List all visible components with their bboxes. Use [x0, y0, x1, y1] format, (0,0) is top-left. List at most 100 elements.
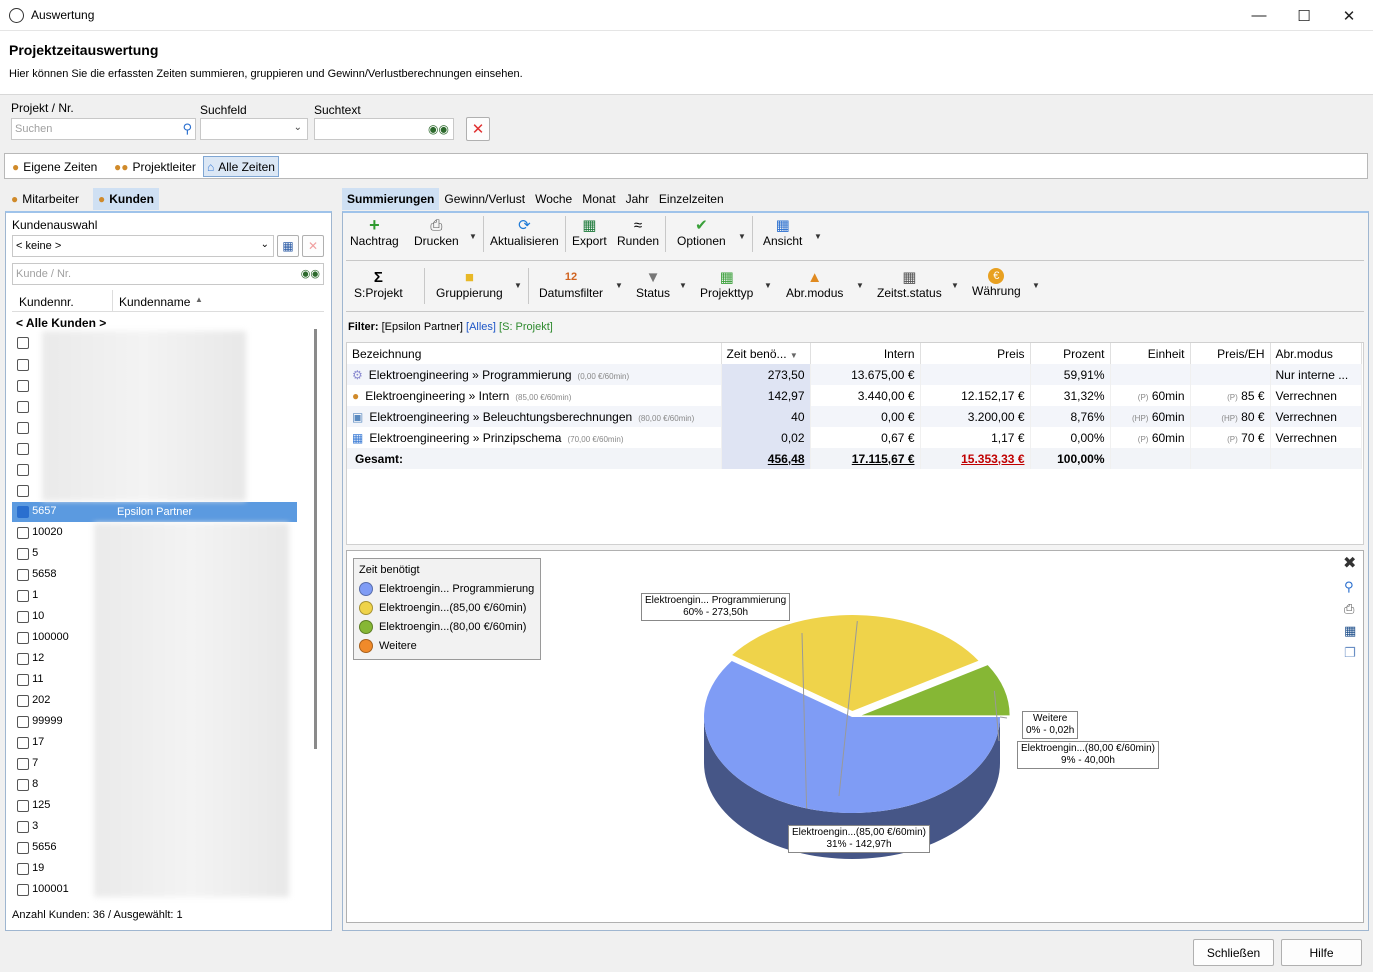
maximize-button[interactable]: ☐	[1281, 0, 1327, 31]
status-button[interactable]: ▼ Status	[636, 268, 670, 304]
search-icon[interactable]: ⚲	[182, 121, 192, 137]
print-icon[interactable]: ⎙	[1344, 601, 1354, 617]
abr-modus-button[interactable]: ▲ Abr.modus	[786, 268, 843, 304]
runden-button[interactable]: ≈ Runden	[617, 216, 659, 256]
binoculars-icon[interactable]: ◉◉	[301, 267, 320, 280]
customer-checkbox[interactable]	[17, 463, 29, 476]
tab-projektleiter[interactable]: ●● Projektleiter	[111, 156, 199, 177]
column-header-preis[interactable]: Preis	[920, 343, 1031, 364]
column-header-kundenname[interactable]: Kundenname	[119, 295, 190, 309]
column-header-preis-eh[interactable]: Preis/EH	[1190, 343, 1271, 364]
waehrung-button[interactable]: € Währung	[972, 268, 1021, 304]
customer-checkbox[interactable]	[17, 778, 29, 791]
customer-checkbox[interactable]	[17, 547, 29, 560]
customer-checkbox[interactable]	[17, 757, 29, 770]
customer-checkbox[interactable]	[17, 631, 29, 644]
column-header-abr-modus[interactable]: Abr.modus	[1270, 343, 1362, 364]
export-button[interactable]: ▦ Export	[572, 216, 607, 256]
save-chart-icon[interactable]: ▦	[1344, 623, 1356, 639]
minimize-button[interactable]: —	[1236, 0, 1282, 31]
customer-filter-input[interactable]: Kunde / Nr. ◉◉	[12, 263, 324, 285]
column-header-intern[interactable]: Intern	[810, 343, 921, 364]
customer-checkbox[interactable]	[17, 526, 29, 539]
datumsfilter-dropdown-icon[interactable]: ▼	[615, 281, 623, 290]
customer-checkbox[interactable]	[17, 379, 29, 392]
tab-woche[interactable]: Woche	[530, 188, 577, 210]
zeitst-status-dropdown-icon[interactable]: ▼	[951, 281, 959, 290]
close-chart-icon[interactable]: ✖	[1343, 553, 1356, 573]
search-text-input[interactable]: ◉◉	[314, 118, 454, 140]
customer-checkbox[interactable]	[17, 442, 29, 455]
delete-icon[interactable]: ✕	[302, 235, 324, 257]
schliessen-button[interactable]: Schließen	[1193, 939, 1274, 966]
customer-checkbox[interactable]	[17, 841, 29, 854]
drucken-dropdown-icon[interactable]: ▼	[469, 232, 477, 241]
customer-checkbox[interactable]	[17, 862, 29, 875]
column-header-zeit[interactable]: Zeit benö... ▼	[721, 343, 811, 364]
customer-checkbox[interactable]	[17, 652, 29, 665]
filter-all-link[interactable]: [Alles]	[466, 321, 496, 333]
column-header-bezeichnung[interactable]: Bezeichnung	[347, 343, 722, 364]
tab-mitarbeiter[interactable]: ● Mitarbeiter	[6, 188, 84, 210]
clear-search-button[interactable]: ✕	[466, 117, 490, 141]
ansicht-dropdown-icon[interactable]: ▼	[814, 232, 822, 241]
customer-row[interactable]: 5657 Epsilon Partner	[12, 501, 297, 523]
optionen-dropdown-icon[interactable]: ▼	[738, 232, 746, 241]
column-header-kundennr[interactable]: Kundennr.	[19, 295, 74, 309]
ansicht-button[interactable]: ▦ Ansicht	[763, 216, 802, 256]
gruppierung-button[interactable]: ■ Gruppierung	[436, 268, 503, 304]
customer-checkbox[interactable]	[17, 673, 29, 686]
tab-alle-zeiten[interactable]: ⌂ Alle Zeiten	[203, 156, 279, 177]
customer-checkbox[interactable]	[17, 589, 29, 602]
customer-checkbox[interactable]	[17, 715, 29, 728]
customer-checkbox[interactable]	[17, 337, 29, 350]
projekttyp-dropdown-icon[interactable]: ▼	[764, 281, 772, 290]
drucken-button[interactable]: ⎙ Drucken	[414, 216, 459, 256]
customer-checkbox[interactable]	[17, 610, 29, 623]
datumsfilter-button[interactable]: 12 Datumsfilter	[539, 268, 603, 304]
filter-group-link[interactable]: [S: Projekt]	[499, 321, 553, 333]
aktualisieren-button[interactable]: ⟳ Aktualisieren	[490, 216, 559, 256]
customer-checkbox[interactable]	[17, 484, 29, 497]
projekttyp-button[interactable]: ▦ Projekttyp	[700, 268, 753, 304]
optionen-button[interactable]: ✔ Optionen	[677, 216, 726, 256]
tab-monat[interactable]: Monat	[577, 188, 620, 210]
customer-checkbox[interactable]	[17, 568, 29, 581]
result-row[interactable]: ● Elektroengineering » Intern (85,00 €/60m…	[347, 385, 1362, 406]
zoom-icon[interactable]: ⚲	[1344, 579, 1354, 595]
column-header-einheit[interactable]: Einheit	[1110, 343, 1191, 364]
tab-summierungen[interactable]: Summierungen	[342, 188, 440, 210]
tab-jahr[interactable]: Jahr	[621, 188, 654, 210]
zeitst-status-button[interactable]: ▦ Zeitst.status	[877, 268, 942, 304]
result-row[interactable]: ⚙ Elektroengineering » Programmierung (0,0…	[347, 364, 1362, 385]
tab-kunden[interactable]: ● Kunden	[93, 188, 159, 210]
tab-einzelzeiten[interactable]: Einzelzeiten	[654, 188, 729, 210]
customer-checkbox[interactable]	[17, 883, 29, 896]
result-row[interactable]: ▦ Elektroengineering » Prinzipschema (70,0…	[347, 427, 1362, 448]
close-window-button[interactable]: ✕	[1326, 0, 1372, 31]
project-search-input[interactable]: Suchen ⚲	[11, 118, 196, 140]
tab-gewinn-verlust[interactable]: Gewinn/Verlust	[439, 188, 530, 210]
all-customers-item[interactable]: < Alle Kunden >	[16, 316, 106, 330]
waehrung-dropdown-icon[interactable]: ▼	[1032, 281, 1040, 290]
gruppierung-dropdown-icon[interactable]: ▼	[514, 281, 522, 290]
nachtrag-button[interactable]: + Nachtrag	[350, 215, 399, 256]
customer-select[interactable]: < keine > ⌄	[12, 235, 274, 257]
scrollbar-thumb[interactable]	[314, 329, 317, 749]
abr-modus-dropdown-icon[interactable]: ▼	[856, 281, 864, 290]
customer-checkbox[interactable]	[17, 736, 29, 749]
hilfe-button[interactable]: Hilfe	[1281, 939, 1362, 966]
customer-checkbox[interactable]	[17, 820, 29, 833]
customer-checkbox[interactable]	[17, 505, 29, 518]
search-field-select[interactable]: ⌄	[200, 118, 308, 140]
customer-checkbox[interactable]	[17, 694, 29, 707]
result-row[interactable]: ▣ Elektroengineering » Beleuchtungsberech…	[347, 406, 1362, 427]
customer-checkbox[interactable]	[17, 400, 29, 413]
s-projekt-button[interactable]: Σ S:Projekt	[354, 268, 403, 304]
status-dropdown-icon[interactable]: ▼	[679, 281, 687, 290]
column-header-prozent[interactable]: Prozent	[1030, 343, 1111, 364]
copy-icon[interactable]: ❐	[1344, 645, 1356, 661]
save-icon[interactable]: ▦	[277, 235, 299, 257]
customer-checkbox[interactable]	[17, 358, 29, 371]
customer-checkbox[interactable]	[17, 421, 29, 434]
